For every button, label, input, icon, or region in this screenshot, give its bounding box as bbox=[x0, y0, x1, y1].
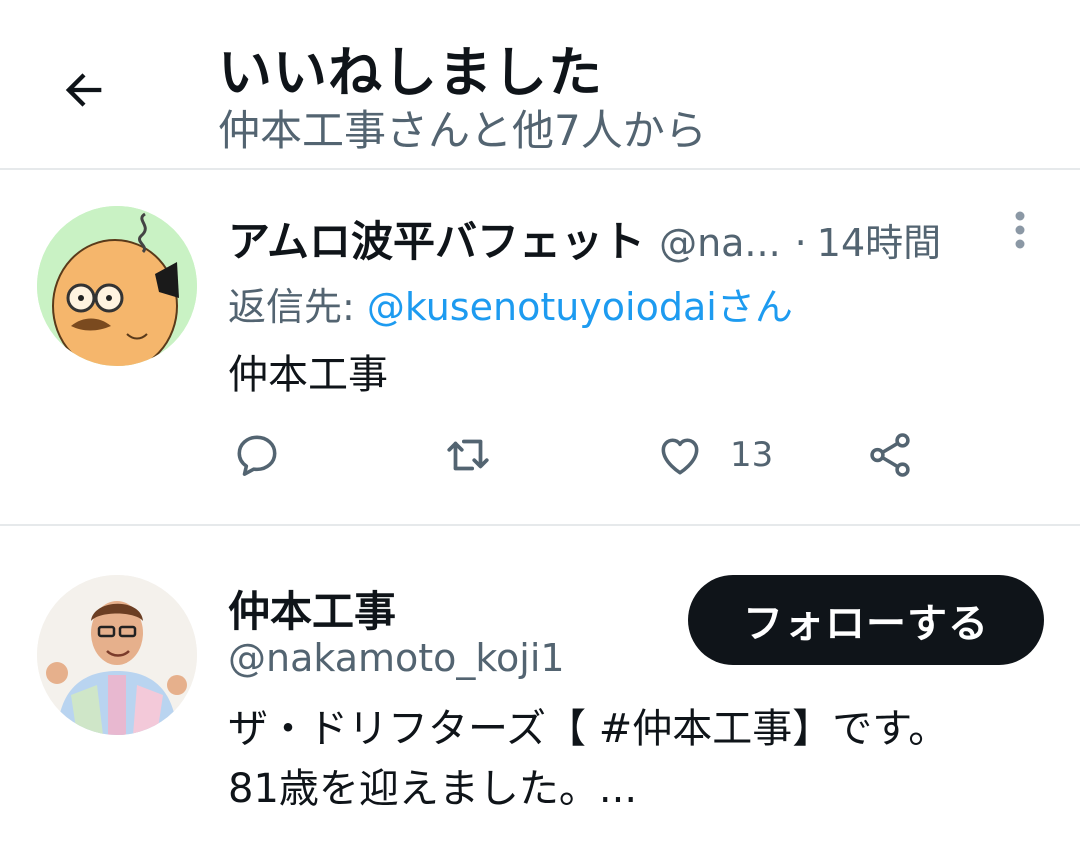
reply-button[interactable] bbox=[232, 428, 282, 482]
arrow-left-icon bbox=[65, 73, 102, 107]
user-avatar[interactable] bbox=[37, 575, 197, 735]
follow-button[interactable]: フォローする bbox=[688, 575, 1044, 665]
retweet-button[interactable] bbox=[440, 428, 496, 482]
user-handle[interactable]: @nakamoto_koji1 bbox=[228, 636, 565, 680]
retweet-icon bbox=[447, 439, 489, 471]
more-vertical-icon bbox=[1015, 211, 1025, 249]
reply-to-link[interactable]: @kusenotuyoiodaiさん bbox=[367, 285, 793, 329]
like-icon bbox=[661, 438, 699, 475]
share-icon bbox=[870, 433, 910, 477]
tweet-author-avatar[interactable] bbox=[37, 206, 197, 366]
page-subtitle: 仲本工事さんと他7人から bbox=[218, 106, 707, 155]
tweet-more-button[interactable] bbox=[1002, 208, 1038, 252]
tweet-header: アムロ波平バフェット @na... · 14時間 bbox=[228, 208, 941, 269]
share-button[interactable] bbox=[864, 428, 916, 482]
reply-icon bbox=[237, 435, 277, 476]
page-title: いいねしました bbox=[218, 41, 603, 104]
tweet-author-handle[interactable]: @na... bbox=[659, 221, 781, 265]
reply-prefix: 返信先: bbox=[228, 285, 367, 329]
user-list-item[interactable]: 仲本工事 @nakamoto_koji1 フォローする ザ・ドリフターズ【 #仲… bbox=[0, 528, 1080, 855]
person-photo-icon bbox=[37, 575, 197, 735]
tweet-author-name[interactable]: アムロ波平バフェット bbox=[228, 208, 645, 269]
tweet-text: 仲本工事 bbox=[228, 352, 388, 398]
tweet-timestamp[interactable]: 14時間 bbox=[817, 212, 941, 267]
like-count: 13 bbox=[730, 435, 774, 475]
cartoon-face-icon bbox=[37, 206, 197, 366]
like-button[interactable]: 13 bbox=[654, 428, 773, 482]
user-bio-line: ザ・ドリフターズ【 #仲本工事】です。 bbox=[228, 706, 949, 752]
user-bio-line: 81歳を迎えました。... bbox=[228, 766, 638, 812]
user-display-name[interactable]: 仲本工事 bbox=[228, 578, 396, 639]
reply-context: 返信先: @kusenotuyoiodaiさん bbox=[228, 276, 793, 331]
tweet-item[interactable]: アムロ波平バフェット @na... · 14時間 返信先: @kusenotuy… bbox=[0, 172, 1080, 526]
top-app-bar: いいねしました 仲本工事さんと他7人から bbox=[0, 0, 1080, 170]
separator-dot: · bbox=[794, 221, 807, 265]
back-button[interactable] bbox=[52, 58, 116, 122]
